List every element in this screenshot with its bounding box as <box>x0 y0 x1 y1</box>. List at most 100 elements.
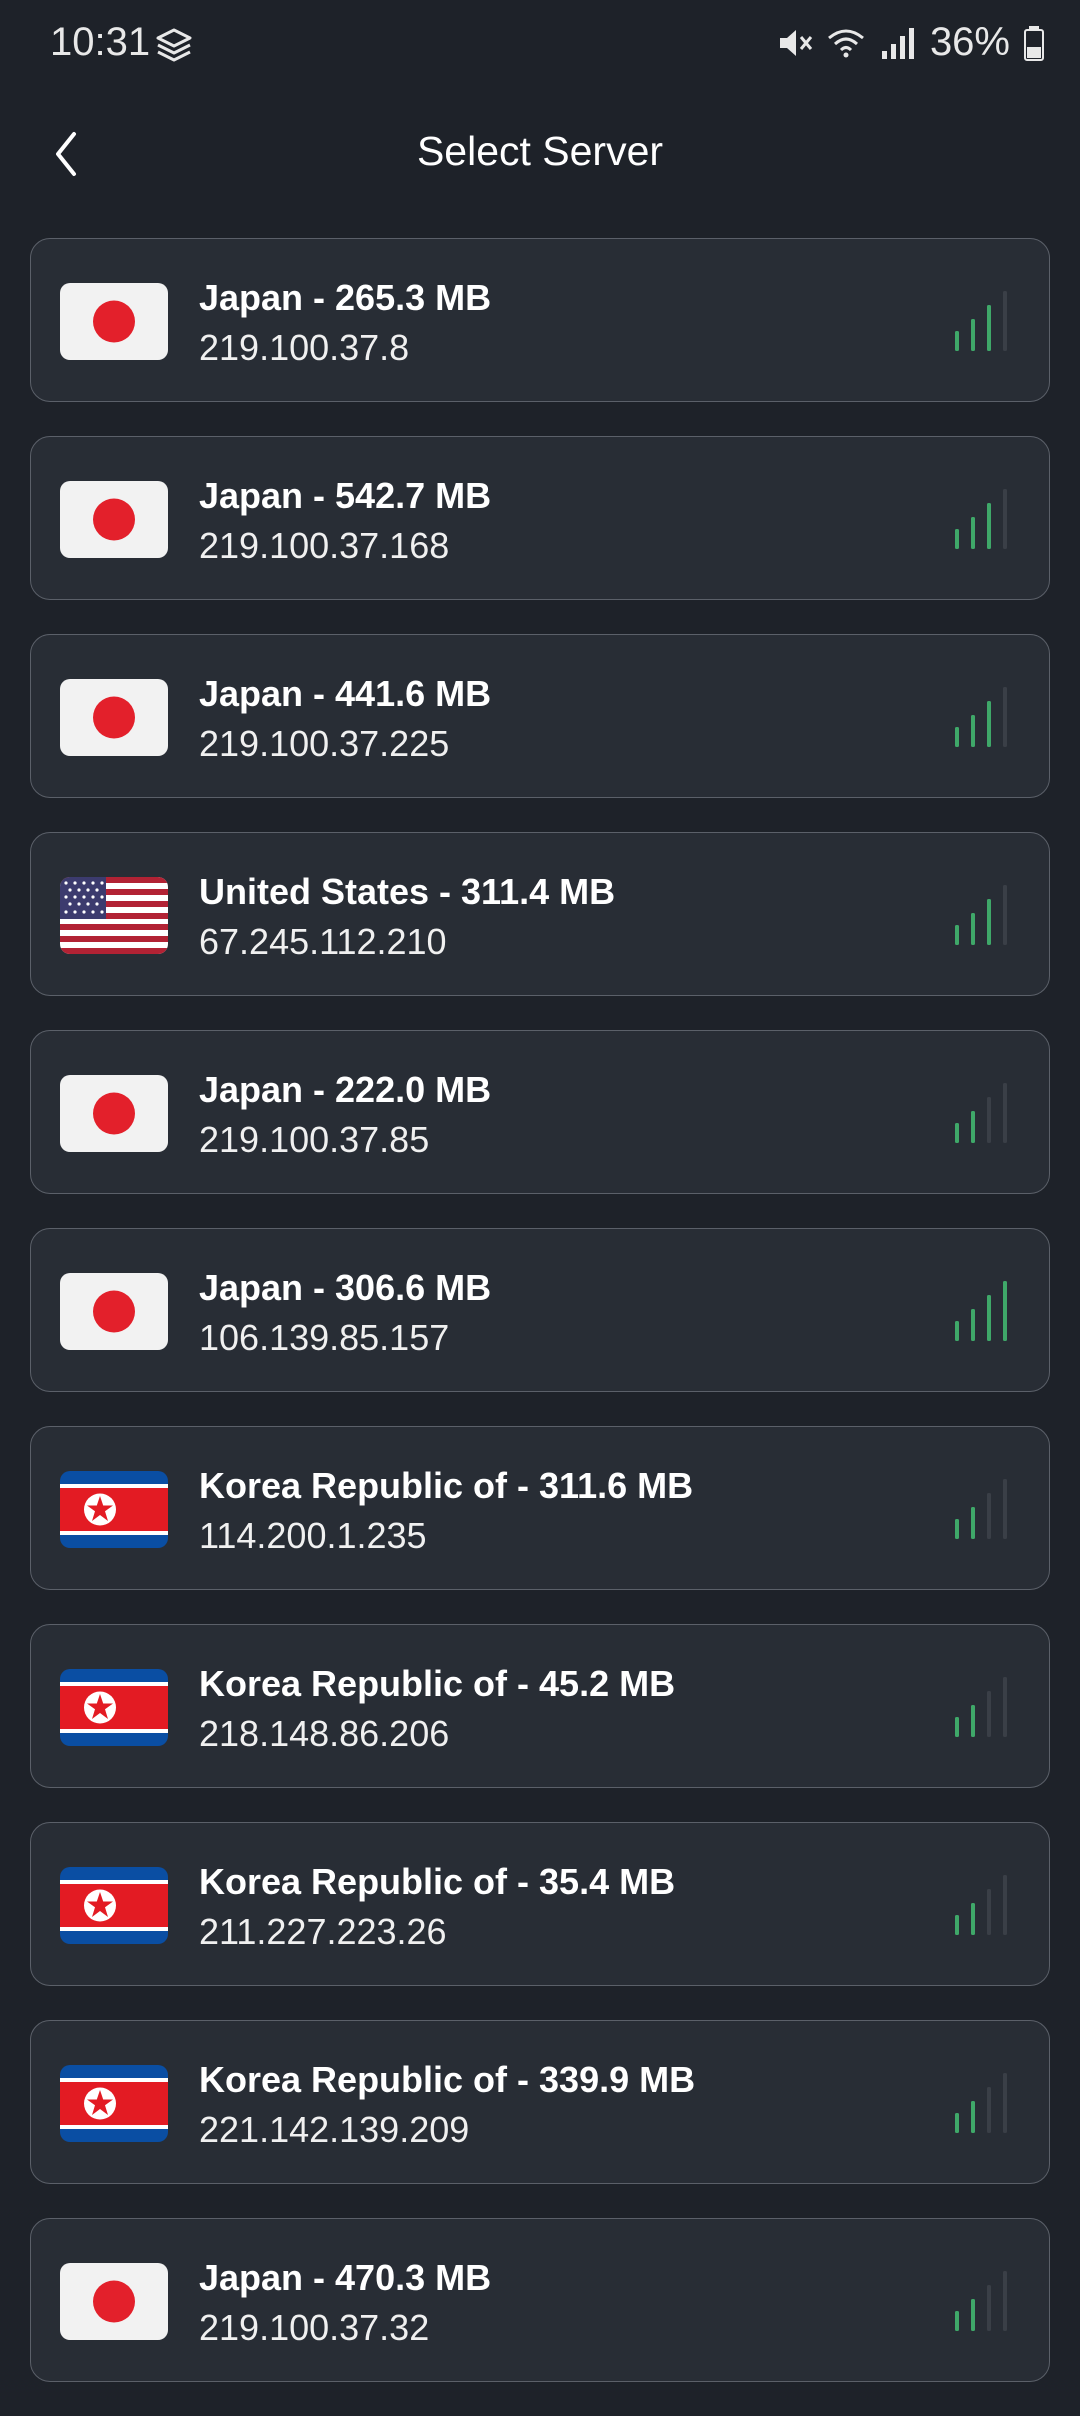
server-ip: 221.142.139.209 <box>199 2109 470 2150</box>
server-item[interactable]: Japan - 306.6 MB 106.139.85.157 <box>30 1228 1050 1392</box>
server-item[interactable]: Japan - 470.3 MB 219.100.37.32 <box>30 2218 1050 2382</box>
server-ip: 67.245.112.210 <box>199 921 447 962</box>
japan-flag-icon <box>60 283 168 360</box>
status-bar: 10:31 36% <box>0 0 1080 92</box>
cell-signal-icon <box>881 27 914 59</box>
signal-bar <box>971 1903 975 1935</box>
signal-strength-icon <box>955 489 1007 549</box>
signal-bar <box>955 331 959 351</box>
signal-bar <box>987 1493 991 1539</box>
server-name: Korea Republic of - 311.6 MB <box>199 1465 694 1506</box>
server-ip: 218.148.86.206 <box>199 1713 450 1754</box>
signal-bar <box>1003 489 1007 549</box>
server-item[interactable]: Japan - 222.0 MB 219.100.37.85 <box>30 1030 1050 1194</box>
signal-bar <box>971 913 975 945</box>
signal-strength-icon <box>955 885 1007 945</box>
signal-bar <box>1003 2271 1007 2331</box>
signal-bar <box>987 503 991 549</box>
server-ip: 114.200.1.235 <box>199 1515 427 1556</box>
server-item[interactable]: Korea Republic of - 339.9 MB 221.142.139.… <box>30 2020 1050 2184</box>
signal-bar <box>987 1889 991 1935</box>
japan-flag-icon <box>60 679 168 756</box>
signal-bar <box>987 701 991 747</box>
server-ip: 219.100.37.85 <box>199 1119 430 1160</box>
signal-bar <box>1003 885 1007 945</box>
signal-bar <box>955 925 959 945</box>
signal-bar <box>1003 2073 1007 2133</box>
battery-icon <box>1024 25 1044 61</box>
server-name: Japan - 306.6 MB <box>199 1267 492 1308</box>
server-name: Korea Republic of - 45.2 MB <box>199 1663 676 1704</box>
japan-flag-icon <box>60 1075 168 1152</box>
signal-bar <box>1003 1083 1007 1143</box>
server-item[interactable]: United States - 311.4 MB 67.245.112.210 <box>30 832 1050 996</box>
server-ip: 219.100.37.225 <box>199 723 450 764</box>
server-name: United States - 311.4 MB <box>199 871 616 912</box>
server-name: Korea Republic of - 35.4 MB <box>199 1861 676 1902</box>
signal-bar <box>987 305 991 351</box>
us-flag-icon <box>60 877 168 954</box>
signal-bar <box>955 1519 959 1539</box>
battery-percent: 36% <box>929 20 1010 64</box>
signal-bar <box>955 1915 959 1935</box>
server-item[interactable]: Japan - 542.7 MB 219.100.37.168 <box>30 436 1050 600</box>
server-name: Japan - 222.0 MB <box>199 1069 492 1110</box>
korea-flag-icon <box>60 1471 168 1548</box>
signal-bar <box>987 1097 991 1143</box>
app-bar: Select Server <box>0 110 1080 200</box>
server-ip: 219.100.37.8 <box>199 327 410 368</box>
signal-bar <box>971 1309 975 1341</box>
signal-bar <box>955 727 959 747</box>
signal-bar <box>955 2311 959 2331</box>
signal-bar <box>971 1507 975 1539</box>
korea-flag-icon <box>60 2065 168 2142</box>
signal-bar <box>1003 1875 1007 1935</box>
server-list: Japan - 265.3 MB 219.100.37.8 Japan - 542… <box>30 238 1050 2416</box>
signal-bar <box>987 2087 991 2133</box>
signal-strength-icon <box>955 1875 1007 1935</box>
server-item[interactable]: Korea Republic of - 35.4 MB 211.227.223.2… <box>30 1822 1050 1986</box>
server-item[interactable]: Japan - 265.3 MB 219.100.37.8 <box>30 238 1050 402</box>
signal-bar <box>955 1123 959 1143</box>
server-name: Korea Republic of - 339.9 MB <box>199 2059 696 2100</box>
signal-bar <box>955 1321 959 1341</box>
server-item[interactable]: Korea Republic of - 45.2 MB 218.148.86.20… <box>30 1624 1050 1788</box>
signal-bar <box>971 2101 975 2133</box>
server-ip: 211.227.223.26 <box>199 1911 447 1952</box>
server-item[interactable]: Korea Republic of - 311.6 MB 114.200.1.23… <box>30 1426 1050 1590</box>
wifi-icon <box>827 29 864 57</box>
signal-bar <box>971 319 975 351</box>
japan-flag-icon <box>60 481 168 558</box>
signal-bar <box>987 1295 991 1341</box>
signal-bar <box>955 1717 959 1737</box>
signal-strength-icon <box>955 2073 1007 2133</box>
signal-strength-icon <box>955 2271 1007 2331</box>
signal-bar <box>955 2113 959 2133</box>
signal-strength-icon <box>955 1281 1007 1341</box>
signal-strength-icon <box>955 1083 1007 1143</box>
signal-bar <box>955 529 959 549</box>
signal-bar <box>1003 687 1007 747</box>
server-name: Japan - 470.3 MB <box>199 2257 492 2298</box>
mute-icon <box>779 29 813 56</box>
signal-bar <box>987 1691 991 1737</box>
korea-flag-icon <box>60 1669 168 1746</box>
signal-bar <box>1003 1281 1007 1341</box>
server-ip: 219.100.37.32 <box>199 2307 430 2348</box>
server-ip: 219.100.37.168 <box>199 525 450 566</box>
signal-bar <box>971 2299 975 2331</box>
signal-bar <box>1003 1479 1007 1539</box>
signal-bar <box>971 715 975 747</box>
signal-strength-icon <box>955 1479 1007 1539</box>
signal-strength-icon <box>955 1677 1007 1737</box>
status-time: 10:31 <box>50 20 151 64</box>
signal-bar <box>971 517 975 549</box>
server-name: Japan - 542.7 MB <box>199 475 492 516</box>
signal-bar <box>1003 291 1007 351</box>
korea-flag-icon <box>60 1867 168 1944</box>
layers-icon <box>156 28 192 62</box>
japan-flag-icon <box>60 1273 168 1350</box>
server-name: Japan - 441.6 MB <box>199 673 492 714</box>
server-item[interactable]: Japan - 441.6 MB 219.100.37.225 <box>30 634 1050 798</box>
signal-bar <box>987 899 991 945</box>
